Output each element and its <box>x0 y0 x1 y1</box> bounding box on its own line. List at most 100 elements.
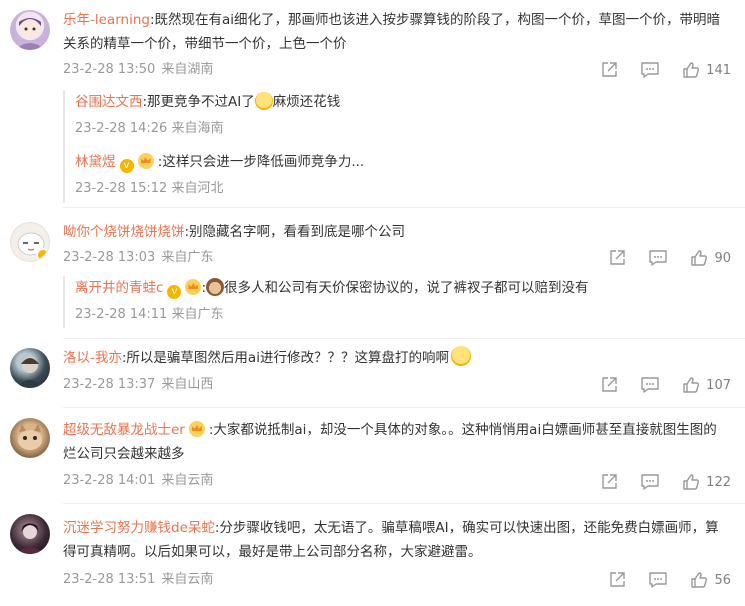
reply-1: 谷围达文西:那更竞争不过AI了 麻烦还花钱 23-2-28 14:26 来自海南 <box>75 90 715 138</box>
thumbs-up-icon <box>683 377 700 393</box>
location: 来自山西 <box>161 377 214 392</box>
share-icon <box>602 377 617 392</box>
like-count: 56 <box>714 572 731 588</box>
like-count: 107 <box>706 377 731 393</box>
like-button[interactable]: 90 <box>690 249 731 267</box>
reply-body: :那更竞争不过AI了 <box>142 94 255 110</box>
username[interactable]: 沉迷学习努力赚钱de呆蛇 <box>63 520 215 536</box>
thumbs-up-icon <box>691 572 708 588</box>
comment-meta: 23-2-28 13:37 来自山西 <box>63 376 213 394</box>
like-button[interactable]: 122 <box>682 473 731 491</box>
username[interactable]: 呦你个烧饼烧饼烧饼 <box>63 224 185 240</box>
comment-icon <box>641 474 659 490</box>
thumbs-up-icon <box>691 250 708 266</box>
share-icon <box>602 62 617 77</box>
comment-button[interactable] <box>640 376 660 394</box>
comment-button[interactable] <box>648 249 668 267</box>
avatar[interactable] <box>10 222 50 262</box>
reply-text: 离开井的青蛙c v: 很多人和公司有天价保密协议的，说了裤衩子都可以赔到没有 <box>75 276 715 300</box>
location: 来自广东 <box>161 250 214 265</box>
comment-icon <box>649 572 668 588</box>
comment-2: 呦你个烧饼烧饼烧饼:别隐藏名字啊，看看到底是哪个公司 23-2-28 13:03… <box>0 212 745 337</box>
comment-text: 乐年-learning:既然现在有ai细化了，那画师也该进入按步骤算钱的阶段了，… <box>63 8 729 56</box>
location: 来自云南 <box>161 572 214 587</box>
comment-actions: 90 <box>586 248 731 268</box>
reply-2: 林黛煜 v :这样只会进一步降低画师竞争力... 23-2-28 15:12 来自… <box>75 150 715 198</box>
comment-1: 乐年-learning:既然现在有ai细化了，那画师也该进入按步骤算钱的阶段了，… <box>0 0 745 205</box>
divider <box>63 338 745 339</box>
reply-body: :这样只会进一步降低画师竞争力... <box>157 154 365 170</box>
comment-text: 呦你个烧饼烧饼烧饼:别隐藏名字啊，看看到底是哪个公司 <box>63 220 729 244</box>
comment-button[interactable] <box>640 473 660 491</box>
avatar[interactable] <box>10 418 50 458</box>
like-button[interactable]: 107 <box>682 376 731 394</box>
crown-badge-icon <box>137 153 154 169</box>
comment-text: 超级无敌暴龙战士er:大家都说抵制ai，却没一个具体的对象。。这种悄悄用ai白嫖… <box>63 418 729 466</box>
avatar-illustration <box>17 523 43 554</box>
comment-icon <box>649 250 668 266</box>
comment-4: 超级无敌暴龙战士er:大家都说抵制ai，却没一个具体的对象。。这种悄悄用ai白嫖… <box>0 410 745 502</box>
username[interactable]: 谷围达文西 <box>75 94 143 110</box>
location: 来自海南 <box>171 121 224 136</box>
comment-icon <box>641 377 659 393</box>
share-button[interactable] <box>608 571 626 589</box>
reply-body-continued: 麻烦还花钱 <box>272 94 341 110</box>
timestamp: 23-2-28 14:01 <box>63 473 156 488</box>
reply-meta: 23-2-28 14:11 来自广东 <box>75 306 715 324</box>
share-icon <box>602 474 617 489</box>
share-button[interactable] <box>600 61 618 79</box>
share-button[interactable] <box>600 376 618 394</box>
divider <box>63 407 745 408</box>
comment-button[interactable] <box>640 61 660 79</box>
timestamp: 23-2-28 14:11 <box>75 307 168 322</box>
username[interactable]: 乐年-learning <box>63 12 150 28</box>
avatar[interactable] <box>10 10 50 50</box>
divider <box>63 503 745 504</box>
comment-body: :既然现在有ai细化了，那画师也该进入按步骤算钱的阶段了，构图一个价，草图一个价… <box>63 12 721 52</box>
like-button[interactable]: 141 <box>682 61 731 79</box>
timestamp: 23-2-28 13:50 <box>63 62 156 77</box>
reply-text: 谷围达文西:那更竞争不过AI了 麻烦还花钱 <box>75 90 715 114</box>
thinking-emoji-icon <box>450 346 471 366</box>
comment-meta: 23-2-28 13:50 来自湖南 <box>63 61 213 79</box>
location: 来自河北 <box>171 181 224 196</box>
share-button[interactable] <box>608 249 626 267</box>
divider <box>63 207 745 208</box>
comment-3: 洛以-我亦:所以是骗草图然后用ai进行修改？？？这算盘打的响啊 23-2-28 … <box>0 340 745 406</box>
username[interactable]: 林黛煜 <box>75 154 116 170</box>
location: 来自云南 <box>161 473 214 488</box>
avatar[interactable] <box>10 514 50 554</box>
comment-body: :所以是骗草图然后用ai进行修改？？？这算盘打的响啊 <box>121 350 449 366</box>
comment-meta: 23-2-28 13:51 来自云南 <box>63 571 213 589</box>
comment-icon <box>641 62 659 78</box>
username[interactable]: 离开井的青蛙c <box>75 280 163 296</box>
comment-body: :别隐藏名字啊，看看到底是哪个公司 <box>184 224 406 240</box>
like-button[interactable]: 56 <box>690 571 731 589</box>
timestamp: 23-2-28 13:03 <box>63 250 156 265</box>
location: 来自广东 <box>171 307 224 322</box>
reply-text: 林黛煜 v :这样只会进一步降低画师竞争力... <box>75 150 715 174</box>
username[interactable]: 超级无敌暴龙战士er <box>63 422 185 438</box>
timestamp: 23-2-28 13:51 <box>63 572 156 587</box>
like-count: 122 <box>706 474 731 490</box>
timestamp: 23-2-28 13:37 <box>63 377 156 392</box>
like-count: 141 <box>706 62 731 78</box>
reply-meta: 23-2-28 14:26 来自海南 <box>75 120 715 138</box>
timestamp: 23-2-28 15:12 <box>75 181 168 196</box>
share-button[interactable] <box>600 473 618 491</box>
reply-1: 离开井的青蛙c v: 很多人和公司有天价保密协议的，说了裤衩子都可以赔到没有 23-… <box>75 276 715 324</box>
thumbs-up-icon <box>683 62 700 78</box>
reply-thread: 谷围达文西:那更竞争不过AI了 麻烦还花钱 23-2-28 14:26 来自海南 … <box>63 90 745 203</box>
comment-text: 沉迷学习努力赚钱de呆蛇:分步骤收钱吧，太无语了。骗草稿喂AI，确实可以快速出图… <box>63 516 729 564</box>
comment-5: 沉迷学习努力赚钱de呆蛇:分步骤收钱吧，太无语了。骗草稿喂AI，确实可以快速出图… <box>0 506 745 606</box>
monkey-emoji-icon <box>206 278 224 296</box>
verified-badge-icon <box>36 248 49 261</box>
reply-body-continued: 很多人和公司有天价保密协议的，说了裤衩子都可以赔到没有 <box>224 280 589 296</box>
avatar[interactable] <box>10 348 50 388</box>
share-icon <box>610 572 626 587</box>
reply-meta: 23-2-28 15:12 来自河北 <box>75 180 715 198</box>
username[interactable]: 洛以-我亦 <box>63 350 122 366</box>
thumbs-up-icon <box>683 474 700 490</box>
timestamp: 23-2-28 14:26 <box>75 121 168 136</box>
comment-button[interactable] <box>648 571 668 589</box>
